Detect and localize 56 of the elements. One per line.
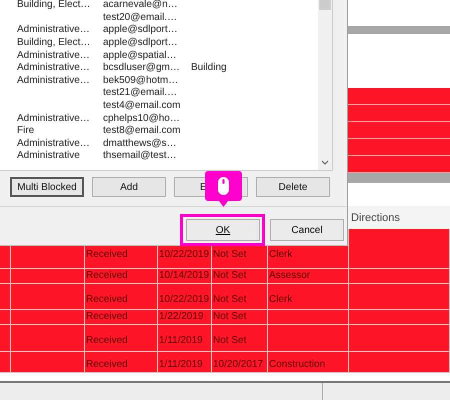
- list-cell-text: test21@email.…: [103, 87, 178, 100]
- table-cell: Clerk: [269, 249, 292, 260]
- list-cell-text: dmatthews@s…: [103, 138, 178, 150]
- list-cell-text: acarnevale@n…: [103, 0, 179, 12]
- list-cell-text: Administrative…: [17, 74, 91, 87]
- table-cell: 1/11/2019: [159, 359, 203, 370]
- list-cell-text: cphelps10@ho…: [103, 112, 181, 125]
- list-cell-text: Administrative…: [17, 62, 91, 74]
- table-cell: Received: [86, 270, 128, 281]
- list-cell-text: bek509@hotm…: [103, 74, 180, 87]
- scroll-thumb[interactable]: [319, 0, 331, 10]
- table-cell: 1/22/2019: [159, 311, 204, 322]
- table-cell: Not Set: [213, 249, 246, 260]
- table-cell: Not Set: [213, 311, 246, 322]
- table-cell: Received: [86, 294, 128, 305]
- table-cell: Not Set: [213, 270, 246, 281]
- list-cell-text: thsemail@test…: [103, 150, 178, 162]
- list-cell-text: apple@spatial…: [103, 50, 178, 62]
- list-cell-text: Administrative…: [17, 50, 91, 62]
- dialog-button[interactable]: Delete: [256, 177, 330, 197]
- list-cell-text: test8@email.com: [103, 125, 182, 138]
- table-cell: Clerk: [269, 294, 292, 305]
- list-box[interactable]: [0, 0, 333, 171]
- table-cell: Not Set: [213, 294, 246, 305]
- table-cell: 10/22/2019: [159, 249, 210, 260]
- list-cell-text: Administrative…: [17, 112, 91, 125]
- table-cell: Received: [86, 359, 128, 370]
- ok-button[interactable]: OK: [186, 219, 260, 241]
- list-cell-text: Administrative: [17, 150, 81, 162]
- table-cell: 10/20/2017: [213, 359, 264, 370]
- list-cell-text: test20@email.…: [103, 12, 178, 24]
- list-cell-text: Building: [191, 62, 228, 74]
- cancel-button[interactable]: Cancel: [270, 219, 344, 241]
- list-cell-text: Administrative…: [17, 24, 91, 36]
- table-cell: Not Set: [213, 335, 246, 346]
- table-cell: Assessor: [269, 270, 310, 281]
- list-cell-text: apple@sdlport…: [103, 37, 179, 50]
- list-cell-text: Fire: [17, 125, 36, 138]
- scroll-down-icon[interactable]: [321, 160, 329, 165]
- table-cell: Received: [86, 335, 128, 346]
- list-cell-text: test4@email.com: [103, 100, 182, 112]
- table-cell: 10/14/2019: [159, 270, 210, 281]
- column-header[interactable]: Directions: [351, 212, 400, 224]
- table-cell: 1/11/2019: [159, 335, 203, 346]
- list-cell-text: Building, Elect…: [17, 0, 92, 12]
- table-cell: Construction: [269, 359, 326, 370]
- dialog-button[interactable]: Add: [92, 177, 166, 197]
- list-cell-text: Administrative…: [17, 138, 91, 150]
- dialog-button[interactable]: Multi Blocked: [10, 177, 84, 197]
- table-cell: 10/22/2019: [159, 294, 210, 305]
- table-cell: Received: [86, 249, 128, 260]
- table-cell: Received: [86, 311, 128, 322]
- list-cell-text: apple@sdlport…: [103, 24, 179, 36]
- list-cell-text: bcsdluser@gm…: [103, 62, 181, 74]
- list-cell-text: Building, Elect…: [17, 37, 92, 50]
- scrollbar[interactable]: [318, 0, 332, 170]
